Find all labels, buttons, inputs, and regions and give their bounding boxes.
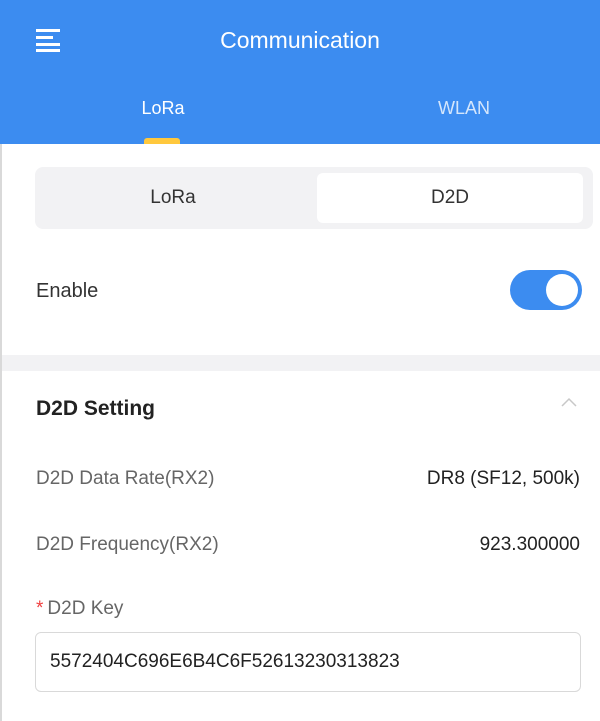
toggle-knob [546,274,578,306]
active-tab-indicator [144,138,180,144]
segment-lora[interactable]: LoRa [40,173,306,223]
frequency-value[interactable]: 923.300000 [480,531,580,559]
page-title: Communication [220,27,380,53]
mode-segmented-control: LoRa D2D [35,167,593,229]
enable-label: Enable [36,280,99,302]
app-header: Communication LoRa WLAN [0,0,600,144]
required-marker: * [36,598,44,619]
frequency-label: D2D Frequency(RX2) [36,534,219,555]
d2d-key-input[interactable] [35,632,581,692]
tab-lora[interactable]: LoRa [63,96,263,120]
enable-toggle[interactable] [510,270,582,310]
segment-d2d[interactable]: D2D [317,173,583,223]
d2d-setting-title: D2D Setting [36,397,156,420]
chevron-up-icon[interactable] [560,396,578,408]
data-rate-label: D2D Data Rate(RX2) [36,468,215,489]
section-divider [2,355,600,371]
d2d-key-label-text: D2D Key [47,598,124,619]
d2d-key-label: * D2D Key [36,595,123,623]
tab-wlan[interactable]: WLAN [364,96,564,120]
data-rate-value[interactable]: DR8 (SF12, 500k) [427,465,580,493]
